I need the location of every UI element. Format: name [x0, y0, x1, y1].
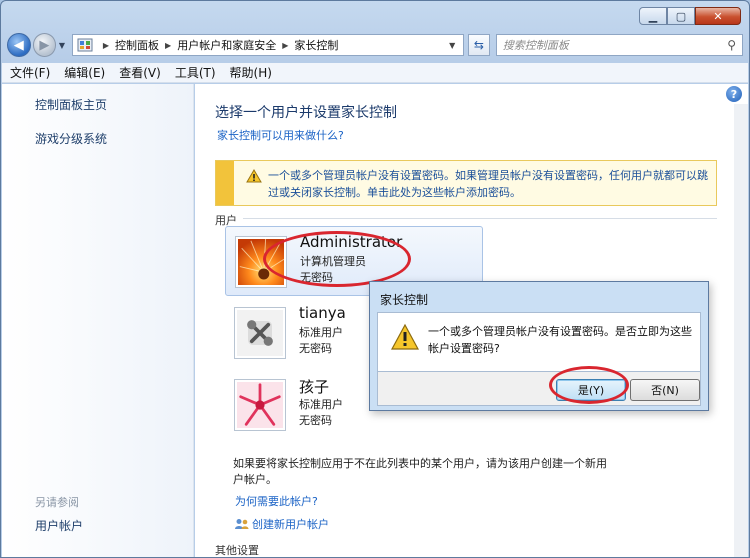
menu-view[interactable]: 查看(V): [119, 64, 161, 81]
window-caption-buttons: ▁ ▢ ✕: [639, 7, 741, 25]
menu-bar: 文件(F) 编辑(E) 查看(V) 工具(T) 帮助(H): [2, 63, 748, 83]
maximize-button[interactable]: ▢: [667, 7, 695, 25]
tools-avatar: [235, 308, 285, 358]
no-button[interactable]: 否(N): [630, 379, 700, 401]
minimize-button[interactable]: ▁: [639, 7, 667, 25]
vertical-scrollbar[interactable]: [734, 104, 748, 557]
parental-controls-dialog: 家长控制 一个或多个管理员帐户没有设置密码。是否立即为这些帐户设置密码? 是(Y…: [369, 281, 709, 411]
recent-pages-dropdown[interactable]: ▼: [56, 41, 68, 50]
dialog-button-bar: 是(Y) 否(N): [377, 372, 701, 406]
create-account-instructions: 如果要将家长控制应用于不在此列表中的某个用户，请为该用户创建一个新用户帐户。: [233, 457, 607, 486]
search-placeholder: 搜索控制面板: [502, 39, 569, 52]
breadcrumb-parental-controls[interactable]: 家长控制: [294, 37, 338, 53]
what-can-parental-controls-do-link[interactable]: 家长控制可以用来做什么?: [217, 127, 344, 143]
dialog-body: 一个或多个管理员帐户没有设置密码。是否立即为这些帐户设置密码?: [377, 312, 701, 372]
warning-bar: [216, 161, 234, 205]
user-role: 计算机管理员: [300, 255, 366, 268]
control-panel-icon: [77, 38, 93, 52]
user-name: 孩子: [299, 378, 330, 396]
user-role: 标准用户: [299, 326, 343, 339]
address-bar[interactable]: ▶ 控制面板 ▶ 用户帐户和家庭安全 ▶ 家长控制 ▼: [71, 34, 465, 56]
starfish-avatar: [235, 380, 285, 430]
search-input[interactable]: 搜索控制面板 ⚲: [495, 34, 743, 56]
warning-text: 一个或多个管理员帐户没有设置密码。如果管理员帐户没有设置密码，任何用户就都可以跳…: [268, 169, 708, 199]
refresh-button[interactable]: ⇆: [468, 34, 490, 56]
user-password-status: 无密码: [299, 414, 332, 427]
user-name: Administrator: [300, 233, 403, 251]
refresh-icon: ⇆: [473, 38, 484, 52]
forward-button[interactable]: ▶: [32, 33, 57, 57]
menu-help[interactable]: 帮助(H): [230, 64, 272, 81]
dialog-title: 家长控制: [380, 293, 429, 307]
breadcrumb-separator: ▶: [165, 40, 172, 50]
users-icon: [235, 519, 249, 529]
warning-icon: [246, 169, 262, 183]
flower-avatar: [236, 237, 286, 287]
menu-file[interactable]: 文件(F): [10, 64, 50, 81]
create-new-user-account-label: 创建新用户帐户: [252, 518, 329, 531]
sidebar-see-also-heading: 另请参阅: [35, 496, 79, 509]
other-settings-label: 其他设置: [215, 544, 259, 557]
warning-banner[interactable]: 一个或多个管理员帐户没有设置密码。如果管理员帐户没有设置密码，任何用户就都可以跳…: [215, 160, 717, 206]
sidebar-game-ratings[interactable]: 游戏分级系统: [35, 130, 107, 147]
menu-edit[interactable]: 编辑(E): [64, 64, 105, 81]
breadcrumb-control-panel[interactable]: 控制面板: [115, 37, 159, 53]
user-name: tianya: [299, 304, 346, 322]
close-button[interactable]: ✕: [695, 7, 741, 25]
yes-button[interactable]: 是(Y): [556, 379, 626, 401]
user-role: 标准用户: [299, 398, 343, 411]
search-icon[interactable]: ⚲: [727, 38, 736, 52]
help-icon[interactable]: ?: [726, 86, 742, 102]
create-new-user-account-link[interactable]: 创建新用户帐户: [235, 516, 329, 532]
address-dropdown-icon[interactable]: ▼: [449, 41, 463, 50]
sidebar: 控制面板主页 游戏分级系统 另请参阅 用户帐户: [2, 84, 194, 557]
menu-tools[interactable]: 工具(T): [175, 64, 216, 81]
back-button[interactable]: ◀: [7, 33, 31, 57]
breadcrumb-separator: ▶: [102, 40, 110, 50]
breadcrumb-separator: ▶: [282, 40, 289, 50]
sidebar-control-panel-home[interactable]: 控制面板主页: [35, 96, 107, 113]
warning-icon: [390, 323, 420, 350]
why-need-account-link[interactable]: 为何需要此帐户?: [235, 493, 318, 509]
navigation-bar: ◀ ▶ ▼ ▶ 控制面板 ▶ 用户帐户和家庭安全 ▶ 家长控制 ▼ ⇆ 搜索控制…: [7, 31, 743, 59]
users-divider: [243, 218, 717, 219]
user-password-status: 无密码: [299, 342, 332, 355]
sidebar-user-accounts[interactable]: 用户帐户: [35, 517, 83, 534]
page-title: 选择一个用户并设置家长控制: [215, 105, 397, 121]
control-panel-window: ▁ ▢ ✕ ◀ ▶ ▼ ▶ 控制面板 ▶ 用户帐户和家庭安全 ▶ 家长控制 ▼ …: [0, 0, 750, 558]
dialog-message: 一个或多个管理员帐户没有设置密码。是否立即为这些帐户设置密码?: [428, 325, 692, 355]
user-password-status: 无密码: [300, 271, 333, 284]
breadcrumb-user-accounts-family-safety[interactable]: 用户帐户和家庭安全: [177, 37, 276, 53]
